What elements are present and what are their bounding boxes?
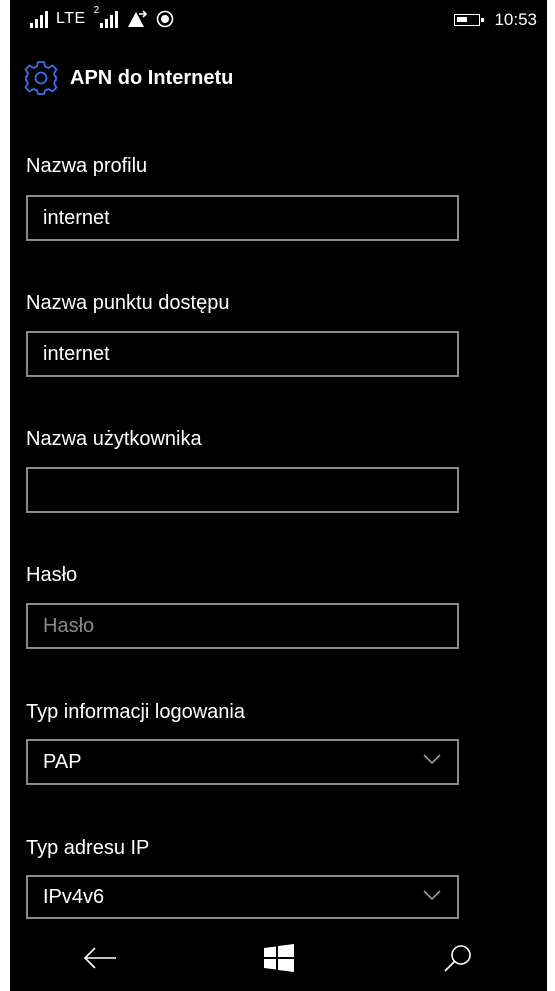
access-point-value: internet <box>43 342 110 365</box>
status-bar: LTE 2 10:53 <box>10 0 547 46</box>
password-input[interactable]: Hasło <box>26 603 459 649</box>
password-placeholder: Hasło <box>43 614 95 637</box>
access-point-input[interactable]: internet <box>26 331 459 377</box>
chevron-down-icon <box>423 754 441 765</box>
login-type-select[interactable]: PAP <box>26 739 459 785</box>
clock: 10:53 <box>494 10 537 29</box>
status-left: LTE 2 <box>24 6 174 28</box>
username-label: Nazwa użytkownika <box>26 428 202 450</box>
status-right: 10:53 <box>454 10 537 30</box>
sim2-tag: 2 <box>93 5 100 16</box>
back-arrow-icon <box>83 946 116 969</box>
battery-icon <box>454 14 485 26</box>
chevron-down-icon <box>423 890 441 901</box>
signal-strength-sim2-icon: 2 <box>94 6 118 28</box>
ip-type-select[interactable]: IPv4v6 <box>26 875 459 919</box>
home-button[interactable] <box>249 933 309 983</box>
search-button[interactable] <box>428 933 488 983</box>
windows-logo-icon <box>263 943 294 972</box>
password-label: Hasło <box>26 564 78 586</box>
page-title: APN do Internetu <box>70 66 234 89</box>
username-input[interactable] <box>26 467 459 513</box>
ip-type-label: Typ adresu IP <box>26 837 150 859</box>
search-icon <box>443 944 471 972</box>
login-type-value: PAP <box>43 750 82 773</box>
network-type-label: LTE <box>56 10 86 27</box>
gear-icon <box>24 61 58 95</box>
data-arrow-icon <box>127 10 147 27</box>
page-header: APN do Internetu <box>24 58 233 98</box>
signal-strength-icon <box>24 10 48 28</box>
phone-screen: LTE 2 10:53 APN do Internetu Nazwa profi… <box>10 0 547 991</box>
profile-name-input[interactable]: internet <box>26 195 459 241</box>
ip-type-value: IPv4v6 <box>43 885 105 908</box>
location-icon <box>156 10 173 28</box>
back-button[interactable] <box>70 933 130 983</box>
profile-name-label: Nazwa profilu <box>26 155 148 177</box>
access-point-label: Nazwa punktu dostępu <box>26 292 230 314</box>
profile-name-value: internet <box>43 206 110 229</box>
navigation-bar <box>10 924 547 991</box>
login-type-label: Typ informacji logowania <box>26 701 245 723</box>
